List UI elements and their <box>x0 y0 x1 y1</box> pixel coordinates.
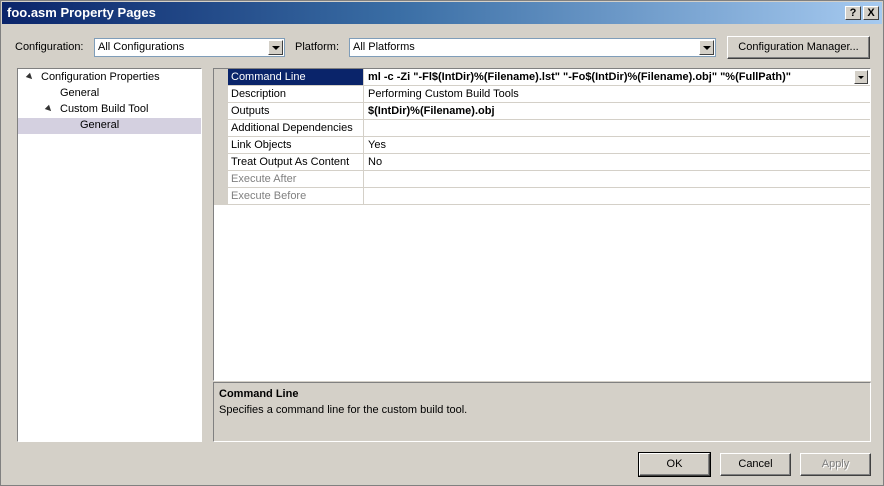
grid-row-additional-dependencies[interactable]: Additional Dependencies <box>228 120 870 137</box>
chevron-down-icon[interactable] <box>854 70 868 84</box>
window-title: foo.asm Property Pages <box>7 5 156 20</box>
grid-row-execute-after: Execute After <box>228 171 870 188</box>
property-name: Description <box>228 86 364 102</box>
tree-item-label: Configuration Properties <box>41 71 160 83</box>
expanded-triangle-icon[interactable] <box>25 72 35 82</box>
grid-row-outputs[interactable]: Outputs $(IntDir)%(Filename).obj <box>228 103 870 120</box>
tree-item-general[interactable]: General <box>18 86 201 102</box>
grid-row-execute-before: Execute Before <box>228 188 870 205</box>
property-name: Additional Dependencies <box>228 120 364 136</box>
grid-gutter <box>214 69 228 205</box>
grid-row-link-objects[interactable]: Link Objects Yes <box>228 137 870 154</box>
property-name: Execute Before <box>228 188 364 204</box>
tree-item-label: General <box>60 87 100 99</box>
grid-row-description[interactable]: Description Performing Custom Build Tool… <box>228 86 870 103</box>
property-value <box>365 171 870 187</box>
property-tree[interactable]: Configuration Properties General Custom … <box>17 68 202 442</box>
grid-row-command-line[interactable]: Command Line ml -c -Zi "-Fl$(IntDir)%(Fi… <box>228 69 870 86</box>
property-value-input[interactable]: ml -c -Zi "-Fl$(IntDir)%(Filename).lst" … <box>365 69 870 85</box>
help-button[interactable]: ? <box>845 6 861 20</box>
platform-value: All Platforms <box>353 41 415 53</box>
tree-item-label: General <box>80 119 120 131</box>
description-pane: Command Line Specifies a command line fo… <box>213 382 871 442</box>
property-name: Outputs <box>228 103 364 119</box>
tree-item-configuration-properties[interactable]: Configuration Properties <box>18 70 201 86</box>
close-button[interactable]: X <box>863 6 879 20</box>
chevron-down-icon[interactable] <box>699 40 714 55</box>
configuration-manager-button[interactable]: Configuration Manager... <box>727 36 870 59</box>
platform-label: Platform: <box>295 41 340 53</box>
property-value[interactable]: Yes <box>365 137 870 153</box>
configuration-select[interactable]: All Configurations <box>94 38 285 57</box>
property-value[interactable]: Performing Custom Build Tools <box>365 86 870 102</box>
tree-item-custom-build-tool[interactable]: Custom Build Tool <box>18 102 201 118</box>
grid-row-treat-output-as-content[interactable]: Treat Output As Content No <box>228 154 870 171</box>
property-name: Execute After <box>228 171 364 187</box>
property-name: Command Line <box>228 69 364 85</box>
property-pages-dialog: foo.asm Property Pages ? X Configuration… <box>0 0 884 486</box>
description-text: Specifies a command line for the custom … <box>219 404 468 416</box>
property-value[interactable]: No <box>365 154 870 170</box>
property-grid: Command Line ml -c -Zi "-Fl$(IntDir)%(Fi… <box>213 68 871 381</box>
configuration-value: All Configurations <box>98 41 185 53</box>
property-value <box>365 188 870 204</box>
property-name: Treat Output As Content <box>228 154 364 170</box>
chevron-down-icon[interactable] <box>268 40 283 55</box>
title-bar[interactable]: foo.asm Property Pages ? X <box>2 2 882 24</box>
expanded-triangle-icon[interactable] <box>44 104 54 114</box>
configuration-label: Configuration: <box>15 41 84 53</box>
property-value[interactable]: $(IntDir)%(Filename).obj <box>365 103 870 119</box>
ok-button[interactable]: OK <box>638 452 711 477</box>
tree-item-custom-build-general[interactable]: General <box>18 118 201 134</box>
property-name: Link Objects <box>228 137 364 153</box>
description-title: Command Line <box>219 388 299 400</box>
apply-button[interactable]: Apply <box>800 453 871 476</box>
cancel-button[interactable]: Cancel <box>720 453 791 476</box>
property-value[interactable] <box>365 120 870 136</box>
platform-select[interactable]: All Platforms <box>349 38 716 57</box>
tree-item-label: Custom Build Tool <box>60 103 149 115</box>
